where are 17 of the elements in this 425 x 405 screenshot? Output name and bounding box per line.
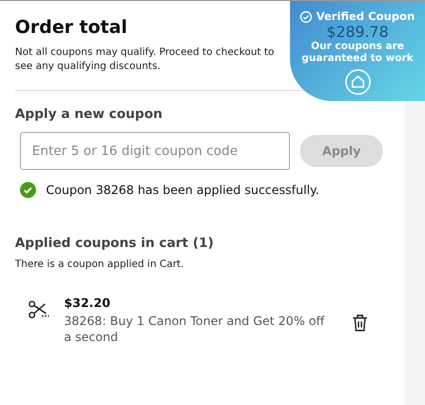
- trash-icon[interactable]: [352, 314, 368, 332]
- apply-coupon-heading: Apply a new coupon: [15, 107, 164, 122]
- coupon-code-field[interactable]: Enter 5 or 16 digit coupon code: [20, 132, 290, 170]
- order-total-title: Order total: [15, 17, 128, 38]
- coupon-amount: $32.20: [64, 296, 112, 310]
- verified-coupon-banner[interactable]: Verified Coupon $289.78 Our coupons are guaranteed to work: [290, 1, 425, 101]
- scissors-icon: [28, 300, 50, 320]
- order-total-amount: $289.78: [326, 24, 389, 41]
- coupon-description: 38268: Buy 1 Canon Toner and Get 20% off a second: [64, 313, 326, 345]
- applied-note: There is a coupon applied in Cart.: [15, 259, 185, 270]
- check-circle-icon: [300, 10, 312, 22]
- check-circle-icon: [20, 182, 36, 198]
- applied-coupons-heading: Applied coupons in cart (1): [15, 236, 215, 251]
- order-note: Not all coupons may qualify. Proceed to checkout to see any qualifying discounts.: [15, 46, 276, 74]
- verified-tagline: Our coupons are guaranteed to work: [300, 41, 414, 65]
- success-message: Coupon 38268 has been applied successfully.: [46, 183, 320, 197]
- verified-coupon-title: Verified Coupon: [316, 10, 415, 23]
